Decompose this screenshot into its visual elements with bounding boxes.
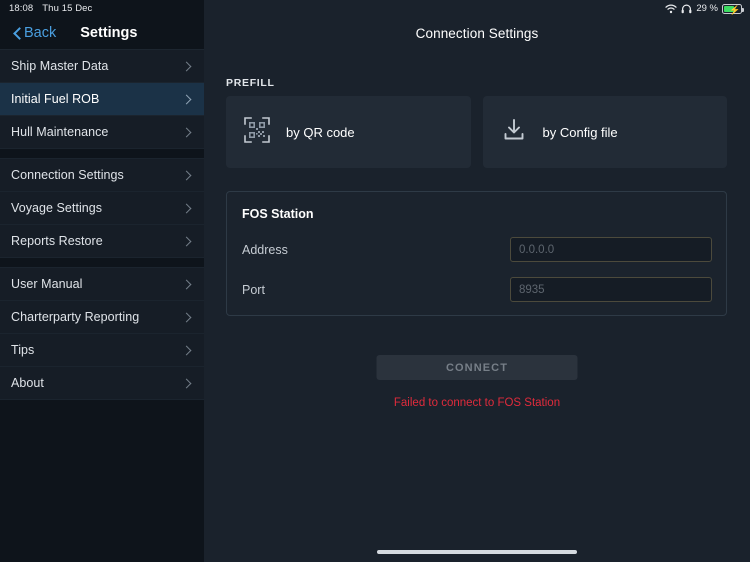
address-field-label: Address	[242, 242, 288, 257]
sidebar-group-divider	[0, 258, 204, 268]
sidebar-group-divider	[0, 149, 204, 159]
page-title: Connection Settings	[415, 26, 539, 41]
chevron-right-icon	[181, 236, 192, 246]
sidebar-item-charterparty-reporting[interactable]: Charterparty Reporting	[0, 301, 204, 334]
sidebar-item-label: Connection Settings	[11, 168, 124, 182]
sidebar-item-reports-restore[interactable]: Reports Restore	[0, 225, 204, 258]
status-bar-date: Thu 15 Dec	[42, 3, 93, 14]
chevron-right-icon	[181, 203, 192, 213]
chevron-left-icon	[13, 27, 21, 40]
chevron-right-icon	[181, 312, 192, 322]
chevron-right-icon	[181, 61, 192, 71]
fos-station-panel: FOS Station Address Port	[226, 191, 727, 316]
sidebar-item-label: Ship Master Data	[11, 59, 109, 73]
connect-button[interactable]: CONNECT	[376, 355, 578, 380]
sidebar-item-label: User Manual	[11, 277, 83, 291]
sidebar-item-label: About	[11, 376, 44, 390]
sidebar-group-1: Ship Master Data Initial Fuel ROB Hull M…	[0, 50, 204, 149]
chevron-right-icon	[181, 127, 192, 137]
sidebar-item-label: Reports Restore	[11, 234, 103, 248]
sidebar-title: Settings	[80, 25, 138, 41]
sidebar-item-initial-fuel-rob[interactable]: Initial Fuel ROB	[0, 83, 204, 116]
home-indicator[interactable]	[377, 550, 577, 554]
chevron-right-icon	[181, 279, 192, 289]
main-content: 29 % ⚡ Connection Settings PREFILL by QR…	[204, 0, 750, 562]
sidebar-item-ship-master-data[interactable]: Ship Master Data	[0, 50, 204, 83]
sidebar-item-connection-settings[interactable]: Connection Settings	[0, 159, 204, 192]
app-root: 18:08 Thu 15 Dec Back Settings Ship Mast…	[0, 0, 750, 562]
chevron-right-icon	[181, 170, 192, 180]
sidebar-item-about[interactable]: About	[0, 367, 204, 400]
sidebar-item-voyage-settings[interactable]: Voyage Settings	[0, 192, 204, 225]
qr-code-icon	[244, 116, 270, 148]
status-bar-time: 18:08	[9, 3, 34, 14]
address-input[interactable]	[510, 237, 712, 262]
connection-error-message: Failed to connect to FOS Station	[393, 397, 561, 409]
chevron-right-icon	[181, 94, 192, 104]
status-bar-left: 18:08 Thu 15 Dec	[0, 0, 204, 17]
port-field-row: Port	[242, 277, 712, 302]
back-button-label: Back	[24, 25, 57, 41]
prefill-by-config-file-button[interactable]: by Config file	[482, 96, 727, 168]
sidebar-item-hull-maintenance[interactable]: Hull Maintenance	[0, 116, 204, 149]
battery-charging-icon: ⚡	[722, 3, 744, 15]
headphones-icon	[681, 4, 692, 14]
wifi-icon	[665, 3, 677, 14]
sidebar-item-label: Tips	[11, 343, 35, 357]
prefill-section-label: PREFILL	[226, 77, 275, 89]
prefill-option-label: by QR code	[286, 124, 355, 140]
sidebar-item-label: Charterparty Reporting	[11, 310, 140, 324]
fos-station-title: FOS Station	[242, 207, 314, 221]
sidebar-group-3: User Manual Charterparty Reporting Tips …	[0, 268, 204, 400]
prefill-by-qr-code-button[interactable]: by QR code	[226, 96, 471, 168]
port-field-label: Port	[242, 282, 265, 297]
sidebar-item-tips[interactable]: Tips	[0, 334, 204, 367]
sidebar-item-label: Hull Maintenance	[11, 125, 109, 139]
sidebar-nav-bar: Back Settings	[0, 17, 204, 50]
sidebar: 18:08 Thu 15 Dec Back Settings Ship Mast…	[0, 0, 204, 562]
chevron-right-icon	[181, 378, 192, 388]
sidebar-item-user-manual[interactable]: User Manual	[0, 268, 204, 301]
back-button[interactable]: Back	[13, 25, 56, 41]
sidebar-group-2: Connection Settings Voyage Settings Repo…	[0, 159, 204, 258]
sidebar-item-label: Initial Fuel ROB	[11, 92, 100, 106]
chevron-right-icon	[181, 345, 192, 355]
status-bar-right: 29 % ⚡	[665, 0, 750, 17]
prefill-option-label: by Config file	[542, 124, 618, 140]
sidebar-item-label: Voyage Settings	[11, 201, 103, 215]
port-input[interactable]	[510, 277, 712, 302]
address-field-row: Address	[242, 237, 712, 262]
prefill-options-row: by QR code by Config file	[226, 96, 727, 168]
download-icon	[501, 117, 527, 148]
battery-percent-label: 29 %	[696, 3, 718, 14]
